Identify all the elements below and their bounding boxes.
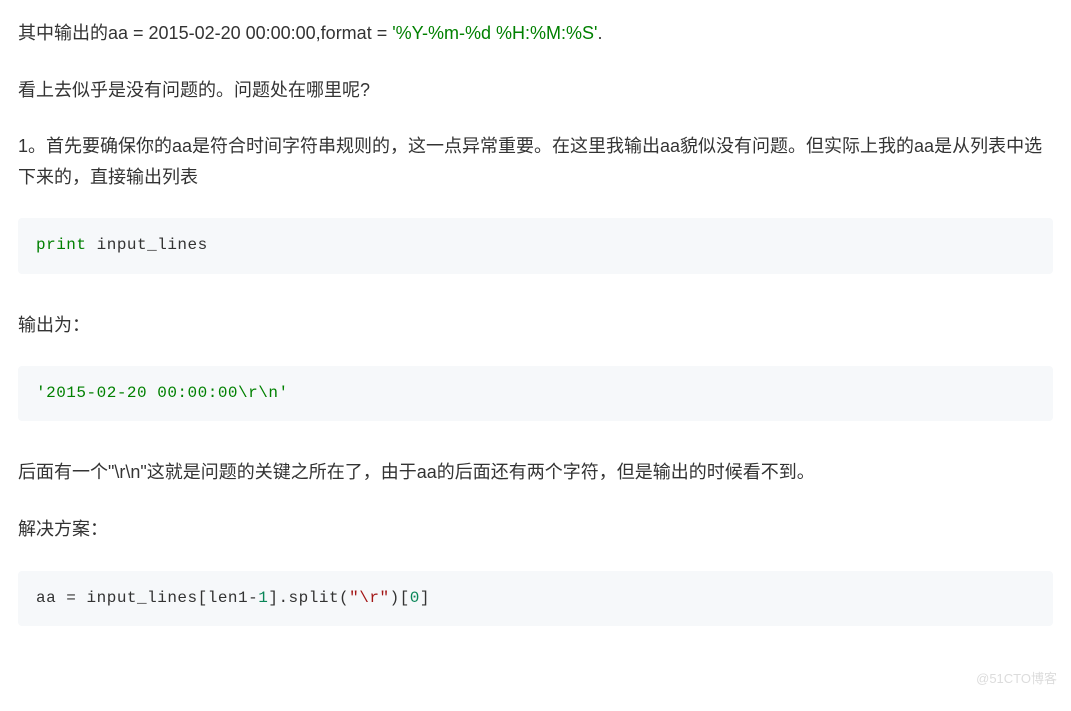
paragraph-solution-label: 解决方案：	[18, 514, 1053, 545]
watermark: @51CTO博客	[976, 668, 1057, 690]
code-num-0: 0	[410, 589, 420, 607]
paragraph-key-issue: 后面有一个"\r\n"这就是问题的关键之所在了，由于aa的后面还有两个字符，但是…	[18, 457, 1053, 488]
paragraph-question: 看上去似乎是没有问题的。问题处在哪里呢?	[18, 75, 1053, 106]
code-part-a: aa = input_lines[len1-	[36, 589, 258, 607]
string-output: '2015-02-20 00:00:00\r\n'	[36, 384, 289, 402]
code-block-output: '2015-02-20 00:00:00\r\n'	[18, 366, 1053, 421]
paragraph-output-line: 其中输出的aa = 2015-02-20 00:00:00,format = '…	[18, 18, 1053, 49]
paragraph-explanation-1: 1。首先要确保你的aa是符合时间字符串规则的，这一点异常重要。在这里我输出aa貌…	[18, 131, 1053, 192]
code-string-r: "\r"	[349, 589, 389, 607]
code-part-b: ].split(	[268, 589, 349, 607]
code-part-c: )[	[390, 589, 410, 607]
code-block-print: print input_lines	[18, 218, 1053, 273]
code-num-1: 1	[258, 589, 268, 607]
code-block-solution: aa = input_lines[len1-1].split("\r")[0]	[18, 571, 1053, 626]
code-part-d: ]	[420, 589, 430, 607]
code-text: input_lines	[87, 236, 208, 254]
paragraph-output-label: 输出为：	[18, 310, 1053, 341]
text-suffix: .	[597, 23, 602, 43]
text-prefix: 其中输出的aa = 2015-02-20 00:00:00,format =	[18, 23, 392, 43]
keyword-print: print	[36, 236, 87, 254]
format-string: '%Y-%m-%d %H:%M:%S'	[392, 23, 597, 43]
